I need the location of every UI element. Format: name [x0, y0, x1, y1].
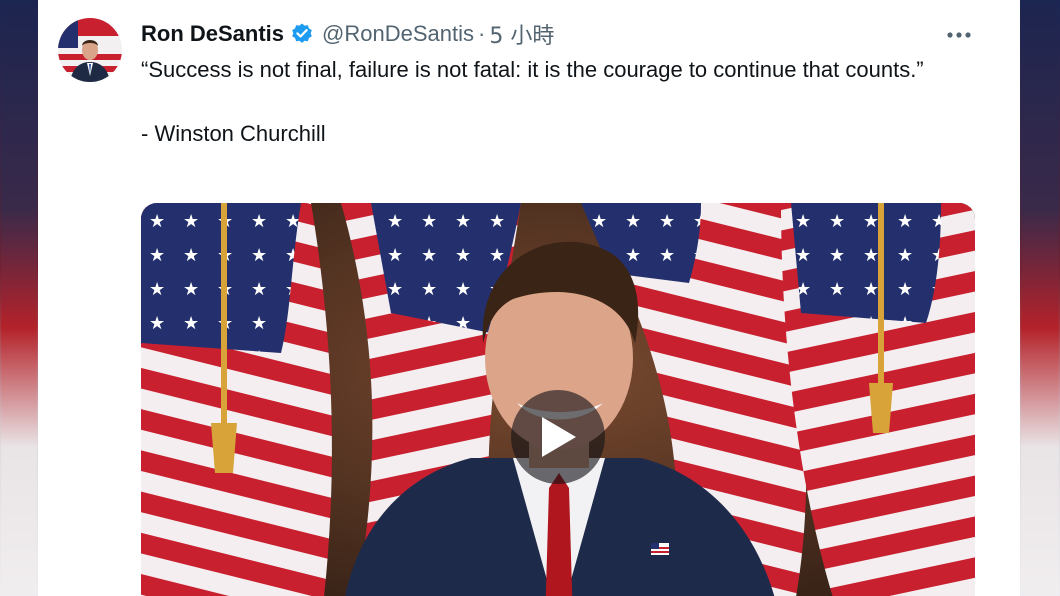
tweet-attribution: - Winston Churchill [141, 121, 326, 146]
tweet-header: Ron DeSantis @RonDeSantis · 5 小時 [141, 19, 554, 49]
display-name[interactable]: Ron DeSantis [141, 21, 284, 47]
tweet-text: “Success is not final, failure is not fa… [141, 54, 971, 150]
tweet-quote: “Success is not final, failure is not fa… [141, 57, 924, 82]
avatar[interactable] [58, 18, 122, 82]
video-thumbnail[interactable]: ★ [141, 203, 975, 596]
separator: · [478, 21, 486, 46]
verified-badge-icon [290, 22, 314, 46]
background-right [1020, 0, 1060, 596]
more-options-icon[interactable] [944, 22, 974, 48]
background-left [0, 0, 38, 596]
handle[interactable]: @RonDeSantis [322, 21, 474, 47]
timestamp[interactable]: 5 小時 [489, 18, 554, 50]
play-icon[interactable] [511, 390, 605, 484]
tweet-card: Ron DeSantis @RonDeSantis · 5 小時 “Succes… [38, 0, 1020, 596]
